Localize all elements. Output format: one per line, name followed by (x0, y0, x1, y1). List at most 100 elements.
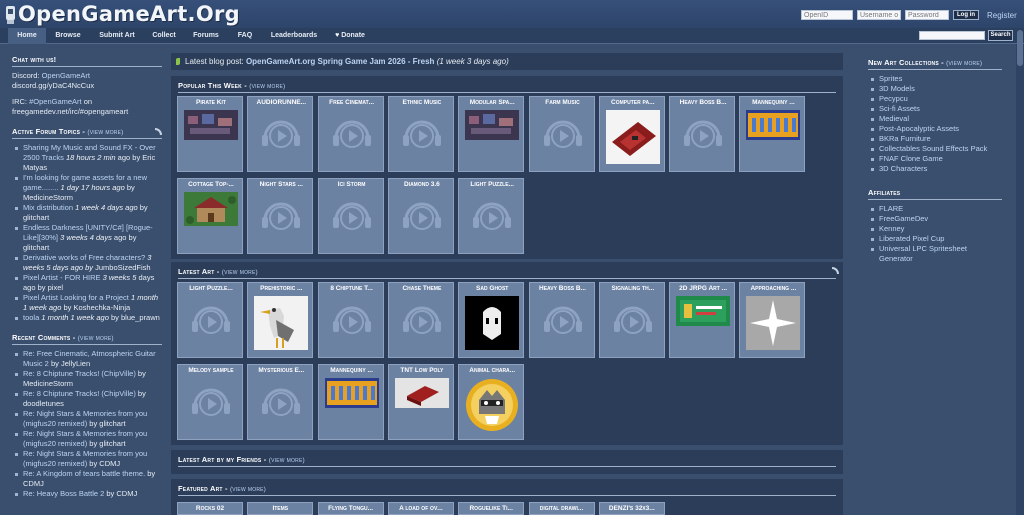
art-tile[interactable]: Heavy Boss B... (528, 282, 595, 358)
art-tile-title[interactable]: Farm Music (532, 99, 594, 109)
art-tile-title[interactable]: Sad Ghost (461, 285, 523, 295)
art-tile[interactable]: Animal chara... (458, 364, 525, 440)
forum-topic-link[interactable]: Endless Darkness [UNITY/C#] (23, 223, 124, 232)
forum-topic-link[interactable]: Mix distribution (23, 203, 73, 212)
star-thumbnail[interactable] (746, 296, 801, 350)
forum-topic-link[interactable]: Sharing My Music and Sound FX - (23, 143, 137, 152)
art-tile-title[interactable]: Ethnic Music (391, 99, 453, 109)
raccoon-thumbnail[interactable] (465, 378, 519, 432)
comment-link[interactable]: Re: Night Stars & Memories from you (23, 449, 147, 458)
tab-submit-art[interactable]: Submit Art (92, 28, 142, 44)
art-tile[interactable]: Prehistoric ... (247, 282, 314, 358)
rss-icon[interactable] (155, 128, 162, 135)
play-thumbnail-icon[interactable] (327, 111, 377, 153)
screenshot-thumbnail[interactable] (184, 110, 238, 140)
art-tile-title[interactable]: Light Puzzle... (461, 181, 523, 191)
art-tile[interactable]: Cottage Top-... (177, 178, 243, 254)
art-tile-title[interactable]: Melody sample (180, 367, 242, 377)
art-tile[interactable]: Farm Music (528, 96, 595, 172)
art-tile-title[interactable]: Prehistoric ... (250, 285, 312, 295)
tab-forums[interactable]: Forums (186, 28, 226, 44)
art-tile[interactable]: Mysterious E... (247, 364, 314, 440)
openid-input[interactable] (801, 10, 853, 20)
art-tile[interactable]: Ethnic Music (387, 96, 454, 172)
play-thumbnail-icon[interactable] (256, 193, 306, 235)
irc-link[interactable]: #OpenGameArt (29, 97, 82, 106)
art-tile-title[interactable]: Mannequiny ... (321, 367, 383, 377)
forum-topic-link[interactable]: game........ (23, 183, 58, 192)
art-tile-title[interactable]: Computer pa... (602, 99, 664, 109)
discord-url[interactable]: discord.gg/yDaC4NcCux (12, 81, 162, 91)
play-thumbnail-icon[interactable] (327, 297, 377, 339)
friends-view-more-link[interactable]: (view more) (269, 457, 305, 464)
sprite-sheet-thumbnail[interactable] (746, 110, 801, 140)
play-thumbnail-icon[interactable] (678, 111, 728, 153)
art-tile-title[interactable]: Chase Theme (391, 285, 453, 295)
play-thumbnail-icon[interactable] (256, 379, 306, 421)
jrpg-ui-thumbnail[interactable] (676, 296, 731, 326)
password-input[interactable] (905, 10, 949, 20)
affiliate-link[interactable]: FreeGameDev (868, 214, 1002, 224)
art-tile-title[interactable]: Night Stars ... (250, 181, 312, 191)
art-tile[interactable]: 2D JRPG Art ... (669, 282, 736, 358)
affiliate-link[interactable]: Liberated Pixel Cup (868, 234, 1002, 244)
tab-browse[interactable]: Browse (48, 28, 88, 44)
site-logo-text[interactable]: OpenGameArt.Org (18, 2, 240, 26)
tnt-thumbnail[interactable] (394, 378, 449, 408)
art-tile[interactable]: Signaling th... (598, 282, 665, 358)
art-tile[interactable]: Free Cinemat... (317, 96, 384, 172)
art-tile-title[interactable]: Diamond 3.6 (391, 181, 453, 191)
art-tile[interactable]: Melody sample (177, 364, 243, 440)
register-link[interactable]: Register (987, 11, 1017, 20)
site-logo-icon[interactable] (4, 3, 18, 25)
featured-view-more-link[interactable]: (view more) (230, 486, 266, 493)
art-tile-title[interactable]: Light Puzzle... (180, 285, 242, 295)
play-thumbnail-icon[interactable] (538, 297, 588, 339)
bird-sprite-thumbnail[interactable] (254, 296, 309, 350)
affiliate-link[interactable]: Universal LPC Spritesheet Generator (868, 244, 1002, 264)
art-tile[interactable]: Light Puzzle... (177, 282, 243, 358)
featured-art-tile[interactable]: Flying Tongu... (317, 502, 384, 515)
art-tile[interactable]: Light Puzzle... (458, 178, 525, 254)
affiliate-link[interactable]: Kenney (868, 224, 1002, 234)
username-input[interactable] (857, 10, 901, 20)
forum-topic-link[interactable]: toola (23, 313, 39, 322)
comment-link[interactable]: Re: Free Cinematic, Atmospheric (23, 349, 133, 358)
collection-link[interactable]: Collectables Sound Effects Pack (868, 144, 1002, 154)
art-tile-title[interactable]: Free Cinemat... (321, 99, 383, 109)
blog-post-link[interactable]: OpenGameArt.org Spring Game Jam 2026 - F… (246, 57, 435, 66)
rss-icon[interactable] (832, 267, 839, 274)
play-thumbnail-icon[interactable] (327, 193, 377, 235)
art-tile-title[interactable]: AUDIORUNNE... (250, 99, 312, 109)
play-thumbnail-icon[interactable] (186, 379, 236, 421)
tab-collect[interactable]: Collect (144, 28, 184, 44)
art-tile-title[interactable]: Approaching ... (742, 285, 804, 295)
play-thumbnail-icon[interactable] (256, 111, 306, 153)
screenshot-thumbnail[interactable] (465, 110, 520, 140)
art-tile-title[interactable]: Signaling th... (602, 285, 664, 295)
discord-link[interactable]: OpenGameArt (42, 71, 90, 80)
play-thumbnail-icon[interactable] (186, 297, 236, 339)
art-tile-title[interactable]: Heavy Boss B... (672, 99, 734, 109)
tab-donate[interactable]: ♥ Donate (328, 28, 372, 44)
ghost-thumbnail[interactable] (465, 296, 520, 350)
tab-leaderboards[interactable]: Leaderboards (264, 28, 324, 44)
search-input[interactable] (919, 31, 985, 40)
comment-link[interactable]: Re: 8 Chiptune Tracks! (ChipVille) (23, 389, 136, 398)
sprite-sheet-thumbnail[interactable] (324, 378, 379, 408)
art-tile-title[interactable]: Heavy Boss B... (532, 285, 594, 295)
login-button[interactable]: Log in (953, 10, 979, 20)
irc-url[interactable]: freegamedev.net/irc/#opengameart (12, 107, 162, 117)
forum-topic-link[interactable]: I'm looking for game assets for a new (23, 173, 147, 182)
forum-topic-link[interactable]: Pixel Artist - FOR HIRE (23, 273, 101, 282)
art-tile-title[interactable]: Ici Storm (321, 181, 383, 191)
play-thumbnail-icon[interactable] (467, 193, 517, 235)
collection-link[interactable]: Sci-fi Assets (868, 104, 1002, 114)
collection-link[interactable]: 3D Characters (868, 164, 1002, 174)
featured-art-tile[interactable]: digital drawi... (528, 502, 595, 515)
comment-link[interactable]: Re: Night Stars & Memories from you (23, 429, 147, 438)
featured-art-tile[interactable]: Items (247, 502, 314, 515)
search-button[interactable]: Search (988, 30, 1013, 41)
art-tile-title[interactable]: Pirate Kit (180, 99, 242, 109)
collection-link[interactable]: Sprites (868, 74, 1002, 84)
